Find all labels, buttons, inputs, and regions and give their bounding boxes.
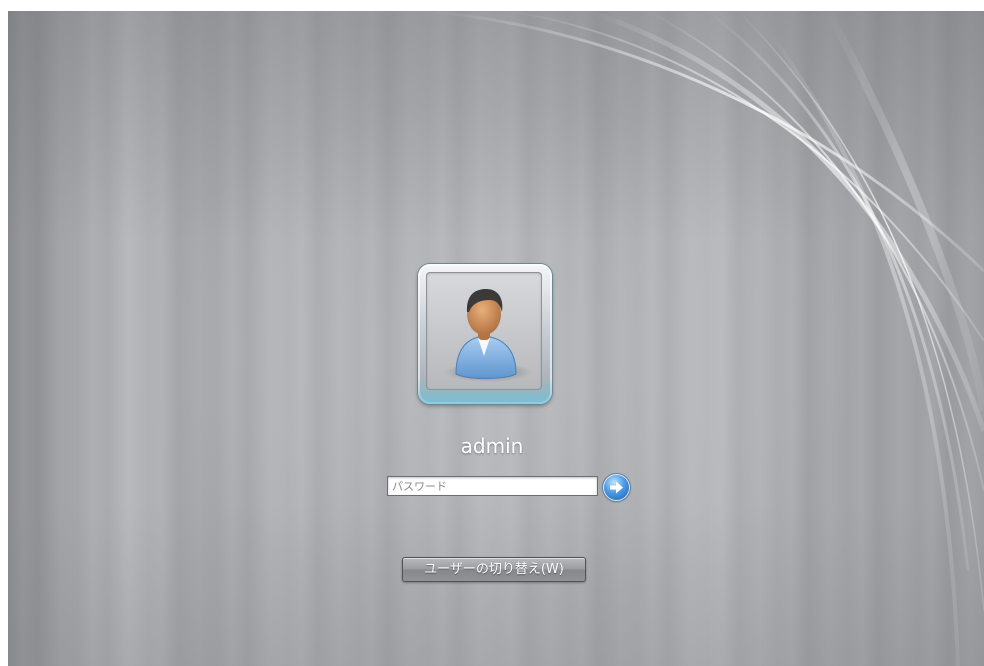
user-avatar-frame [426, 272, 542, 390]
user-avatar-icon [444, 289, 532, 382]
switch-user-button[interactable]: ユーザーの切り替え(W) [402, 557, 586, 582]
arrow-right-icon [610, 481, 623, 494]
submit-button[interactable] [604, 475, 629, 500]
user-tile[interactable] [418, 264, 552, 404]
user-name: admin [460, 434, 524, 458]
password-input[interactable] [387, 476, 598, 496]
